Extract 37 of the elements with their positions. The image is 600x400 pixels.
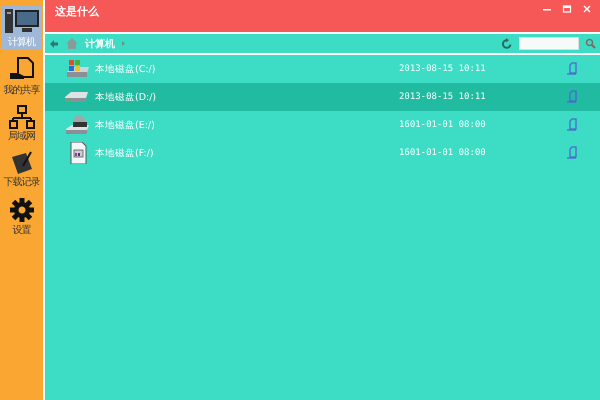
drive-date: 2013-08-15 10:11: [399, 92, 487, 102]
drive-icon: [65, 92, 88, 102]
network-drive-icon: [65, 114, 91, 136]
share-icon[interactable]: [565, 62, 579, 76]
caret-icon[interactable]: [121, 40, 126, 47]
drive-icon: [65, 58, 91, 80]
share-icon[interactable]: [565, 90, 579, 104]
drive-name: 本地磁盘(F:/): [95, 146, 155, 160]
sidebar-item[interactable]: 局域网: [2, 104, 42, 144]
search-icon[interactable]: [585, 38, 596, 49]
share-icon[interactable]: [565, 118, 579, 132]
back-icon[interactable]: [49, 38, 59, 48]
search-field[interactable]: [519, 37, 579, 50]
drive-row[interactable]: 本地磁盘(E:/) 1601-01-01 08:00: [45, 111, 600, 139]
drive-date: 1601-01-01 08:00: [399, 120, 487, 130]
drive-name: 本地磁盘(C:/): [95, 62, 156, 76]
home-icon[interactable]: [65, 37, 79, 50]
sidebar-item[interactable]: 设置: [2, 196, 42, 238]
drive-date: 2013-08-15 10:11: [399, 64, 487, 74]
sidebar-item[interactable]: 下载记录: [2, 150, 42, 190]
maximize-icon[interactable]: [562, 4, 572, 14]
sidebar-item[interactable]: 我的共享: [2, 56, 42, 98]
network-icon: [8, 105, 34, 129]
drive-name: 本地磁盘(E:/): [95, 118, 156, 132]
sidebar-item[interactable]: 计算机: [2, 6, 42, 50]
drive-name: 本地磁盘(D:/): [95, 90, 158, 104]
drive-row[interactable]: 本地磁盘(D:/) 2013-08-15 10:11: [45, 83, 600, 111]
breadcrumb-item[interactable]: 计算机: [85, 36, 115, 50]
window-title: 这是什么: [55, 4, 100, 19]
share-icon[interactable]: [565, 146, 579, 160]
computer-icon: [4, 7, 40, 35]
settings-icon: [8, 197, 34, 223]
refresh-icon[interactable]: [501, 38, 513, 50]
drive-row[interactable]: 本地磁盘(F:/) 1601-01-01 08:00: [45, 139, 600, 167]
drive-row[interactable]: 本地磁盘(C:/) 2013-08-15 10:11: [45, 55, 600, 83]
drive-date: 1601-01-01 08:00: [399, 148, 487, 158]
close-icon[interactable]: [582, 4, 592, 14]
